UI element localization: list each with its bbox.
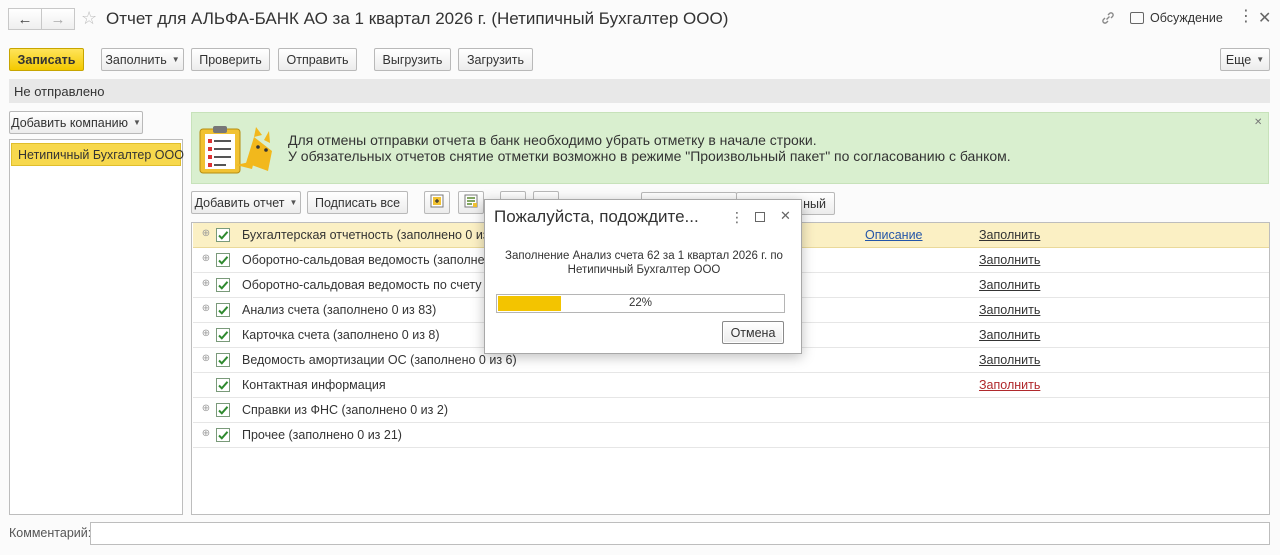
fill-link[interactable]: Заполнить <box>979 328 1040 342</box>
collapse-all-button[interactable] <box>458 191 484 214</box>
checkmark-icon <box>218 381 229 390</box>
table-row[interactable]: ⊕ Справки из ФНС (заполнено 0 из 2) <box>193 398 1269 423</box>
dialog-close-icon[interactable]: ✕ <box>780 208 791 224</box>
dialog-title: Пожалуйста, подождите... <box>494 207 699 226</box>
chat-icon <box>1130 12 1144 24</box>
add-company-button[interactable]: Добавить компанию ▼ <box>9 111 143 134</box>
row-checkbox[interactable] <box>216 353 230 367</box>
row-checkbox[interactable] <box>216 403 230 417</box>
progress-bar: 22% <box>496 294 785 313</box>
fill-link[interactable]: Заполнить <box>979 253 1040 267</box>
fill-link[interactable]: Заполнить <box>979 278 1040 292</box>
caret-down-icon: ▼ <box>289 198 298 207</box>
status-bar <box>9 79 1270 103</box>
fill-link[interactable]: Заполнить <box>979 303 1040 317</box>
dialog-more-icon[interactable]: ⋮ <box>730 210 744 224</box>
fill-link[interactable]: Заполнить <box>979 353 1040 367</box>
arrow-right-icon: → <box>50 10 66 28</box>
dialog-message: Заполнение Анализ счета 62 за 1 квартал … <box>505 250 783 276</box>
table-row[interactable]: ⊕ Прочее (заполнено 0 из 21) <box>193 423 1269 448</box>
caret-down-icon: ▼ <box>132 118 141 127</box>
row-label: Оборотно-сальдовая ведомость (заполнено … <box>242 253 509 267</box>
comment-input[interactable] <box>90 522 1270 545</box>
checkmark-icon <box>218 431 229 440</box>
company-list <box>9 139 183 515</box>
export-button[interactable]: Выгрузить <box>374 48 451 71</box>
link-icon[interactable] <box>1100 10 1116 26</box>
row-checkbox[interactable] <box>216 253 230 267</box>
expand-icon[interactable]: ⊕ <box>201 404 211 414</box>
info-line-2: У обязательных отчетов снятие отметки во… <box>288 148 1011 164</box>
info-close-icon[interactable]: ✕ <box>1254 117 1262 128</box>
progress-dialog: Пожалуйста, подождите... ⋮ ✕ Заполнение … <box>484 199 802 354</box>
row-label: Прочее (заполнено 0 из 21) <box>242 428 402 442</box>
sign-all-button[interactable]: Подписать все <box>307 191 408 214</box>
row-checkbox[interactable] <box>216 328 230 342</box>
checkmark-icon <box>218 306 229 315</box>
import-button[interactable]: Загрузить <box>458 48 533 71</box>
table-row[interactable]: Контактная информация Заполнить <box>193 373 1269 398</box>
expand-icon[interactable]: ⊕ <box>201 354 211 364</box>
expand-icon[interactable]: ⊕ <box>201 429 211 439</box>
discussion-label: Обсуждение <box>1150 11 1223 25</box>
row-label: Бухгалтерская отчетность (заполнено 0 из… <box>242 228 504 242</box>
send-button[interactable]: Отправить <box>278 48 357 71</box>
row-label: Ведомость амортизации ОС (заполнено 0 из… <box>242 353 517 367</box>
fill-link[interactable]: Заполнить <box>979 378 1040 392</box>
comment-label: Комментарий: <box>9 526 92 540</box>
expand-icon[interactable]: ⊕ <box>201 229 211 239</box>
checkmark-icon <box>218 356 229 365</box>
fill-link[interactable]: Заполнить <box>979 228 1040 242</box>
progress-text: 22% <box>628 297 653 309</box>
arrow-left-icon: ← <box>17 10 33 28</box>
close-icon[interactable]: ✕ <box>1258 8 1271 28</box>
description-link[interactable]: Описание <box>865 228 923 242</box>
row-checkbox[interactable] <box>216 303 230 317</box>
expand-icon[interactable]: ⊕ <box>201 304 211 314</box>
checkmark-icon <box>218 231 229 240</box>
company-list-item[interactable]: Нетипичный Бухгалтер ООО <box>11 143 184 166</box>
checkmark-icon <box>218 256 229 265</box>
expand-icon[interactable]: ⊕ <box>201 329 211 339</box>
row-label: Анализ счета (заполнено 0 из 83) <box>242 303 437 317</box>
more-menu-icon[interactable]: ⋮ <box>1238 9 1254 25</box>
row-checkbox[interactable] <box>216 228 230 242</box>
window-title: Отчет для АЛЬФА-БАНК АО за 1 квартал 202… <box>106 9 729 28</box>
row-checkbox[interactable] <box>216 278 230 292</box>
cancel-button[interactable]: Отмена <box>722 321 784 344</box>
row-checkbox[interactable] <box>216 378 230 392</box>
check-button[interactable]: Проверить <box>191 48 270 71</box>
info-line-1: Для отмены отправки отчета в банк необхо… <box>288 132 817 148</box>
discussion-button[interactable]: Обсуждение <box>1130 11 1223 25</box>
row-label: Карточка счета (заполнено 0 из 8) <box>242 328 440 342</box>
dialog-maximize-icon[interactable] <box>755 212 765 222</box>
row-label: Справки из ФНС (заполнено 0 из 2) <box>242 403 448 417</box>
row-label: Контактная информация <box>242 378 386 392</box>
checkmark-icon <box>218 281 229 290</box>
expand-all-button[interactable] <box>424 191 450 214</box>
expand-icon[interactable]: ⊕ <box>201 254 211 264</box>
caret-down-icon: ▼ <box>1256 55 1265 64</box>
favorite-star-icon[interactable]: ☆ <box>81 8 97 29</box>
save-button[interactable]: Записать <box>9 48 84 71</box>
expand-all-icon <box>429 193 445 212</box>
back-button[interactable]: ← <box>8 8 42 30</box>
checkmark-icon <box>218 406 229 415</box>
caret-down-icon: ▼ <box>171 55 180 64</box>
collapse-all-icon <box>463 193 479 212</box>
status-text: Не отправлено <box>14 84 105 99</box>
checkmark-icon <box>218 331 229 340</box>
add-report-button[interactable]: Добавить отчет ▼ <box>191 191 301 214</box>
forward-button[interactable]: → <box>41 8 75 30</box>
more-button[interactable]: Еще ▼ <box>1220 48 1270 71</box>
expand-icon[interactable]: ⊕ <box>201 279 211 289</box>
fill-dropdown-button[interactable]: Заполнить ▼ <box>101 48 184 71</box>
row-checkbox[interactable] <box>216 428 230 442</box>
clipboard-cat-icon <box>196 123 274 175</box>
row-label: Оборотно-сальдовая ведомость по счету (з… <box>242 278 502 292</box>
